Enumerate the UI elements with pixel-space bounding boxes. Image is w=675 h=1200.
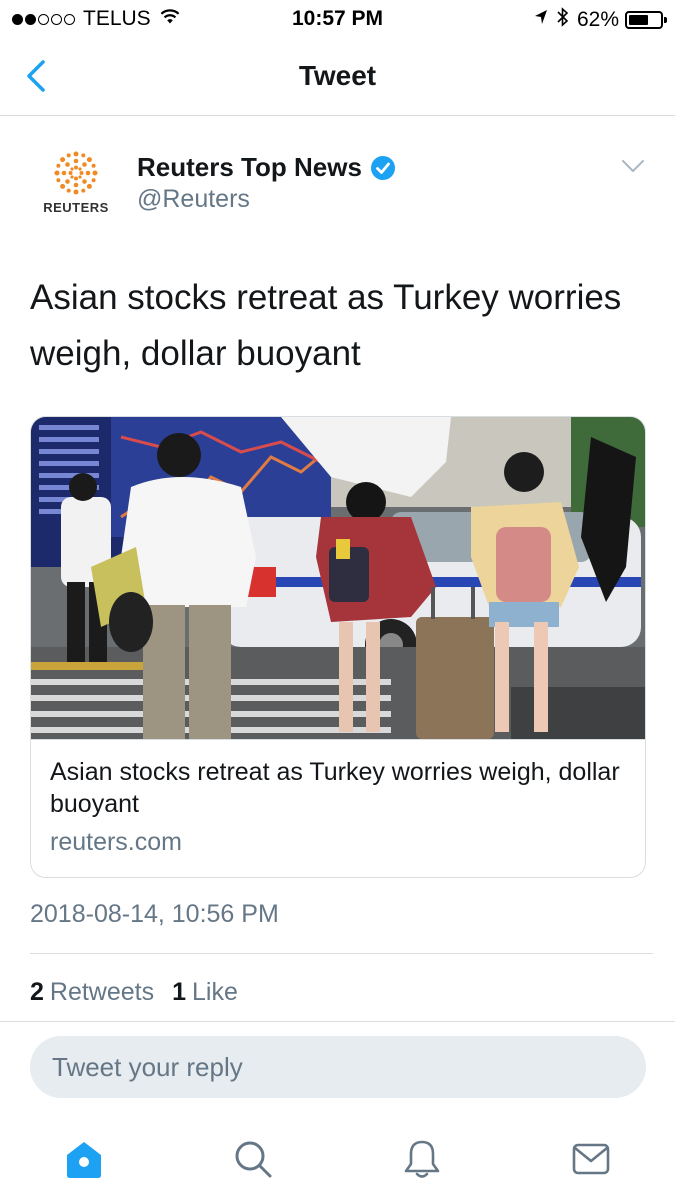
tweet-menu-button[interactable] <box>621 158 651 182</box>
reply-input[interactable] <box>52 1036 622 1098</box>
chevron-down-icon <box>622 160 644 172</box>
author-name[interactable]: Reuters Top News <box>137 152 396 183</box>
battery-level <box>629 15 648 25</box>
divider <box>30 953 653 954</box>
tab-messages[interactable] <box>549 1124 633 1194</box>
battery-icon <box>625 11 667 29</box>
reuters-logo-icon <box>54 151 98 195</box>
likes-count[interactable]: 1 <box>172 978 186 1007</box>
tab-notifications[interactable] <box>380 1124 464 1194</box>
page-title: Tweet <box>298 60 377 91</box>
nav-bar: Tweet <box>0 40 675 116</box>
tweet-stats: 2 Retweets 1 Like <box>30 978 256 1007</box>
retweets-label[interactable]: Retweets <box>50 978 154 1007</box>
tab-bar <box>0 1118 675 1200</box>
avatar-label: REUTERS <box>43 200 109 215</box>
avatar[interactable]: REUTERS <box>30 150 122 222</box>
card-body: Asian stocks retreat as Turkey worries w… <box>31 739 645 877</box>
mail-icon <box>572 1143 609 1175</box>
verified-badge-icon <box>370 155 396 181</box>
status-right: 62% <box>533 7 667 33</box>
status-bar: TELUS 10:57 PM 62% <box>0 0 675 40</box>
bell-icon <box>404 1140 440 1178</box>
reply-box[interactable] <box>30 1036 646 1098</box>
tab-search[interactable] <box>211 1124 295 1194</box>
display-name-text: Reuters Top News <box>137 152 362 182</box>
battery-percent: 62% <box>576 8 619 31</box>
author-handle[interactable]: @Reuters <box>137 185 250 214</box>
tweet-timestamp: 2018-08-14, 10:56 PM <box>30 900 279 928</box>
retweets-count[interactable]: 2 <box>30 978 44 1007</box>
card-title: Asian stocks retreat as Turkey worries w… <box>50 758 620 818</box>
divider <box>0 1021 675 1022</box>
card-image <box>31 417 645 739</box>
location-arrow-icon <box>533 8 549 32</box>
search-icon <box>235 1141 272 1178</box>
tab-home[interactable] <box>42 1124 126 1194</box>
link-card[interactable]: Asian stocks retreat as Turkey worries w… <box>30 416 646 878</box>
home-icon <box>67 1142 102 1178</box>
bluetooth-icon <box>557 7 569 33</box>
likes-label[interactable]: Like <box>192 978 238 1007</box>
card-domain: reuters.com <box>50 828 182 856</box>
tweet-header: REUTERS Reuters Top News @Reuters <box>0 140 675 230</box>
tweet-text: Asian stocks retreat as Turkey worries w… <box>30 278 622 373</box>
